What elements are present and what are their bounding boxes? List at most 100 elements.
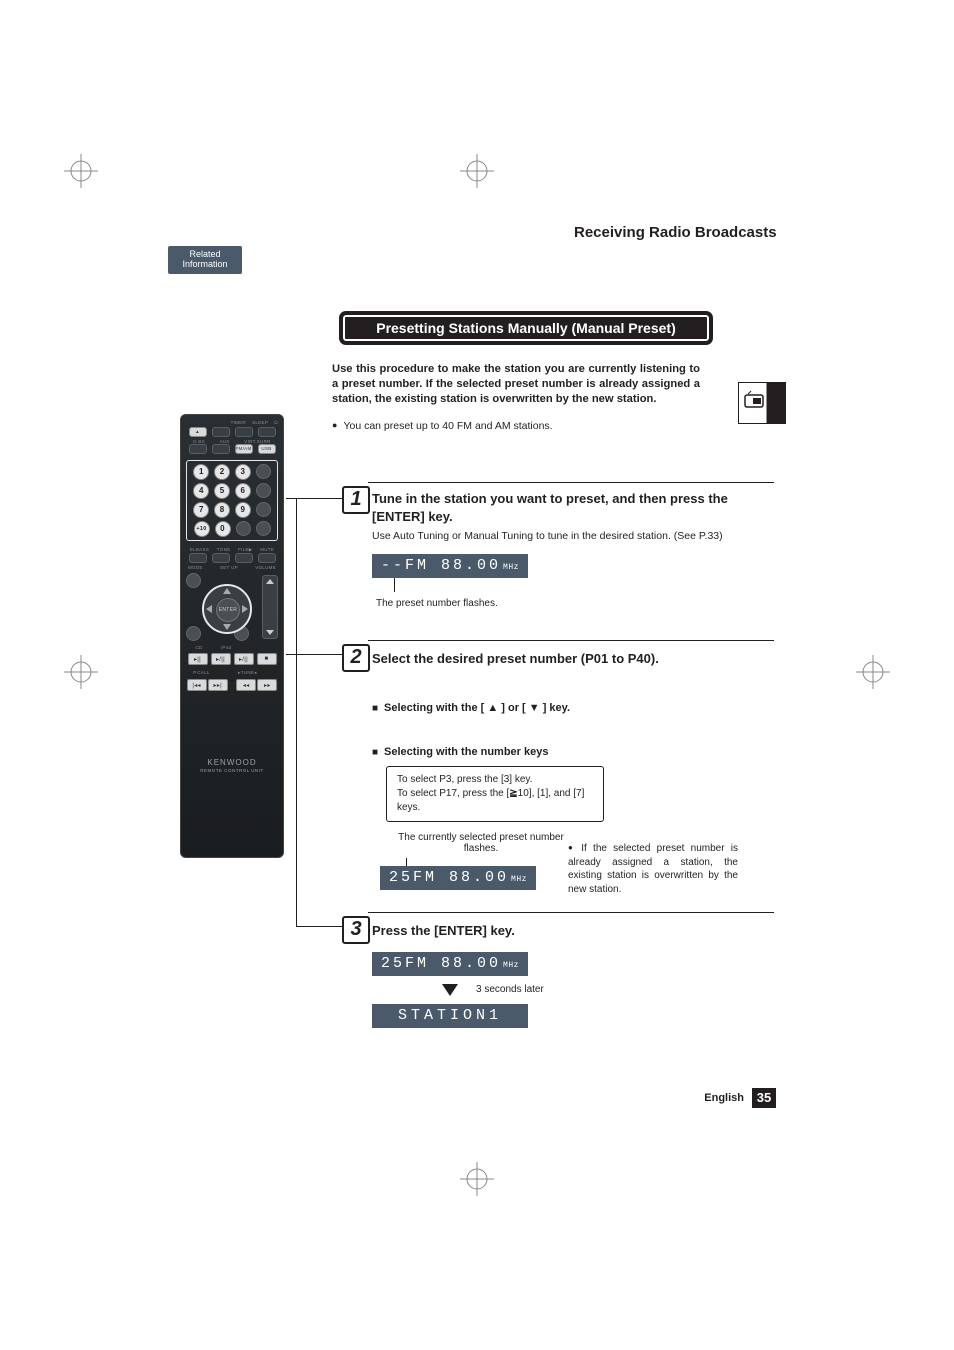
num-3-button: 3	[235, 464, 251, 480]
page-footer: English 35	[704, 1088, 776, 1108]
label: SET UP	[220, 565, 238, 570]
num-plus10-button: +10	[194, 521, 210, 537]
sleep-button	[235, 427, 253, 437]
step-1-body: Use Auto Tuning or Manual Tuning to tune…	[372, 530, 768, 542]
shuffle-button	[256, 483, 271, 498]
lcd-text: --FM 88.00	[381, 557, 501, 574]
example-line-1: To select P3, press the [3] key.	[397, 773, 593, 787]
remote-thumb-icon	[738, 382, 786, 424]
page-number: 35	[752, 1088, 776, 1108]
num-8-button: 8	[214, 502, 230, 518]
lcd-display-step3a: 25FM 88.00MHz	[372, 952, 528, 976]
section-title-bar: Presetting Stations Manually (Manual Pre…	[342, 314, 710, 342]
brand-logo: KENWOOD REMOTE CONTROL UNIT	[180, 758, 284, 773]
dbs-button	[189, 444, 207, 454]
lcd-unit: MHz	[503, 961, 519, 970]
timer-button	[212, 427, 230, 437]
power-button	[258, 427, 276, 437]
label: MODE	[188, 565, 203, 570]
lcd-display-step1: --FM 88.00MHz	[372, 554, 528, 578]
related-info-tab: Related Information	[168, 246, 242, 274]
elbass-button	[189, 553, 207, 563]
play-pause-button: ▸/||	[211, 653, 231, 665]
example-line-2: To select P17, press the [≧10], [1], and…	[397, 787, 593, 815]
dpad-left-icon	[206, 605, 212, 613]
intro-paragraph: Use this procedure to make the station y…	[332, 362, 700, 407]
lcd-display-step2: 25FM 88.00MHz	[380, 866, 536, 890]
label: ▸TUNE◂	[238, 670, 257, 676]
dpad-right-icon	[242, 605, 248, 613]
down-arrow-icon	[442, 984, 458, 996]
mute-button	[258, 553, 276, 563]
eject-button: ▲	[189, 427, 207, 437]
step-3-title: Press the [ENTER] key.	[372, 922, 768, 940]
lcd-unit: MHz	[503, 563, 519, 572]
label: iPod	[221, 645, 231, 650]
num-7-button: 7	[193, 502, 209, 518]
play-pause-button-2: ▸/||	[234, 653, 254, 665]
crop-mark	[460, 154, 494, 188]
num-6-button: 6	[235, 483, 251, 499]
number-key-example-box: To select P3, press the [3] key. To sele…	[386, 766, 604, 822]
fmam-button: FM/AM	[235, 444, 253, 454]
sogbo-button	[256, 521, 271, 536]
num-0-button: 0	[215, 521, 231, 537]
step-2-sub-number: Selecting with the number keys	[372, 746, 548, 758]
remote-control-illustration: TIMER SLEEP ⏻ ▲ D.BS AUX VIRT.SURR FM/AM…	[180, 414, 284, 858]
crop-mark	[64, 154, 98, 188]
label: CD	[195, 645, 202, 650]
lcd-unit: MHz	[511, 875, 527, 884]
rew-button: ◂◂	[236, 679, 256, 691]
dpad: ENTER	[194, 576, 260, 642]
prev-button: ▸||	[188, 653, 208, 665]
lcd-text: 25FM 88.00	[389, 869, 509, 886]
step-1-badge: 1	[342, 486, 370, 514]
skip-fwd-button: ▸▸|	[208, 679, 228, 691]
crop-mark	[460, 1162, 494, 1196]
page-header: Receiving Radio Broadcasts	[0, 224, 954, 241]
ff-button: ▸▸	[257, 679, 277, 691]
preset-capacity-note: You can preset up to 40 FM and AM statio…	[332, 420, 700, 432]
blank-button	[236, 521, 251, 536]
volume-down-icon	[266, 630, 274, 635]
repeat-button	[256, 502, 271, 517]
related-line2: Information	[182, 259, 227, 269]
label: VOLUME	[255, 565, 276, 570]
crop-mark	[64, 655, 98, 689]
power-icon: ⏻	[274, 420, 278, 425]
dimmer-button	[256, 464, 271, 479]
skip-back-button: |◂◂	[187, 679, 207, 691]
stop-button: ■	[257, 653, 277, 665]
current-preset-flash-note: The currently selected preset number fla…	[386, 832, 576, 854]
step-2-title: Select the desired preset number (P01 to…	[372, 650, 768, 668]
overwrite-warning-note: If the selected preset number is already…	[568, 842, 738, 896]
label: TIMER	[231, 420, 247, 425]
footer-language: English	[704, 1092, 744, 1104]
dpad-up-icon	[223, 588, 231, 594]
enter-button: ENTER	[216, 598, 240, 622]
label: SLEEP	[252, 420, 268, 425]
preset-flash-note: The preset number flashes.	[376, 598, 498, 609]
num-5-button: 5	[214, 483, 230, 499]
lcd-text: 25FM 88.00	[381, 955, 501, 972]
file-button	[235, 553, 253, 563]
step-2-sub-arrow: Selecting with the [ ▲ ] or [ ▼ ] key.	[372, 702, 570, 714]
volume-up-icon	[266, 579, 274, 584]
num-2-button: 2	[214, 464, 230, 480]
usb-button: USB	[258, 444, 276, 454]
aux-button	[212, 444, 230, 454]
volume-rocker	[262, 575, 278, 639]
num-9-button: 9	[235, 502, 251, 518]
tone-button	[212, 553, 230, 563]
crop-mark	[856, 655, 890, 689]
step-1-title: Tune in the station you want to preset, …	[372, 490, 768, 525]
related-line1: Related	[189, 249, 220, 259]
label: P.CALL	[193, 670, 210, 676]
step-2-badge: 2	[342, 644, 370, 672]
step-3-badge: 3	[342, 916, 370, 944]
num-4-button: 4	[193, 483, 209, 499]
brand-sub: REMOTE CONTROL UNIT	[180, 768, 284, 773]
dpad-down-icon	[223, 624, 231, 630]
num-1-button: 1	[193, 464, 209, 480]
lcd-display-step3b: STATION1	[372, 1004, 528, 1028]
